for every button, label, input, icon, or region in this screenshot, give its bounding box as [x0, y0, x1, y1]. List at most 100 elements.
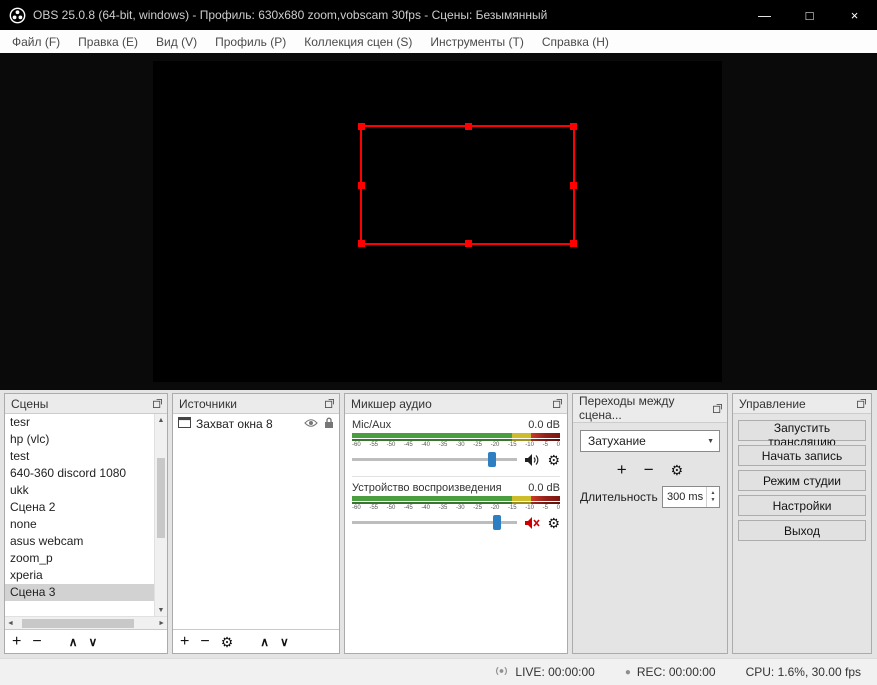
meter-scale: -60 -55 -50 -45 -40 -35 -30 -25 -20 -15 -10 -5 0: [352, 505, 560, 511]
menu-edit[interactable]: Правка (E): [69, 35, 147, 49]
selection-handle[interactable]: [358, 182, 365, 189]
start-streaming-button[interactable]: Запустить трансляцию: [738, 420, 866, 449]
volume-meter: [352, 496, 560, 501]
scene-list-item[interactable]: zoom_p: [5, 550, 154, 567]
menu-profile[interactable]: Профиль (P): [206, 35, 295, 49]
remove-scene-button[interactable]: −: [32, 633, 41, 650]
scene-list: tesr hp (vlc) test 640-360 discord 1080 …: [5, 414, 167, 616]
selection-handle[interactable]: [570, 240, 577, 247]
volume-slider-handle[interactable]: [492, 515, 501, 530]
float-dock-icon[interactable]: [553, 399, 562, 408]
spin-down-icon[interactable]: ▼: [711, 497, 716, 505]
maximize-button[interactable]: □: [787, 0, 832, 30]
scrollbar-track[interactable]: [16, 618, 156, 628]
source-properties-gear-icon[interactable]: ⚙: [221, 635, 234, 649]
scene-list-item[interactable]: 640-360 discord 1080: [5, 465, 154, 482]
scenes-vertical-scrollbar[interactable]: ▲ ▼: [154, 414, 167, 616]
menu-scene-collection[interactable]: Коллекция сцен (S): [295, 35, 421, 49]
scene-list-item[interactable]: asus webcam: [5, 533, 154, 550]
transition-select[interactable]: Затухание ▼: [580, 430, 720, 452]
float-dock-icon[interactable]: [857, 399, 866, 408]
sources-dock: Источники Захват окна 8 + − ⚙ ∧ ∨: [172, 393, 340, 654]
gear-icon[interactable]: ⚙: [547, 453, 560, 467]
meter-tick: -30: [455, 505, 465, 511]
float-dock-icon[interactable]: [325, 399, 334, 408]
source-label: Захват окна 8: [196, 417, 273, 431]
meter-tick: -50: [386, 442, 396, 448]
add-transition-button[interactable]: +: [617, 460, 627, 480]
scenes-horizontal-scrollbar[interactable]: ◄ ►: [5, 616, 167, 629]
settings-button[interactable]: Настройки: [738, 495, 866, 516]
add-source-button[interactable]: +: [180, 633, 189, 650]
selection-handle[interactable]: [570, 182, 577, 189]
selection-handle[interactable]: [464, 240, 472, 247]
selection-handle[interactable]: [358, 240, 365, 247]
menu-help[interactable]: Справка (H): [533, 35, 618, 49]
transition-settings-gear-icon[interactable]: ⚙: [671, 462, 684, 479]
selection-handle[interactable]: [464, 123, 472, 130]
start-recording-button[interactable]: Начать запись: [738, 445, 866, 466]
scene-list-item-selected[interactable]: Сцена 3: [5, 584, 154, 601]
speaker-icon[interactable]: [524, 453, 540, 467]
meter-tick: -15: [507, 505, 517, 511]
scene-move-down-button[interactable]: ∨: [88, 636, 97, 648]
preview-canvas[interactable]: [153, 61, 722, 382]
sources-dock-title: Источники: [179, 396, 237, 411]
menu-view[interactable]: Вид (V): [147, 35, 206, 49]
cpu-fps-status: CPU: 1.6%, 30.00 fps: [745, 665, 861, 679]
mixer-channel-name: Устройство воспроизведения: [352, 482, 502, 494]
exit-button[interactable]: Выход: [738, 520, 866, 541]
source-selection-rect[interactable]: [358, 123, 577, 247]
remove-transition-button[interactable]: −: [644, 460, 654, 480]
spin-up-icon[interactable]: ▲: [711, 490, 716, 498]
duration-spinbox[interactable]: 300 ms ▲ ▼: [662, 486, 720, 508]
studio-mode-button[interactable]: Режим студии: [738, 470, 866, 491]
source-list-item[interactable]: Захват окна 8: [173, 414, 339, 434]
speaker-muted-icon[interactable]: [524, 516, 541, 530]
visibility-eye-icon[interactable]: [304, 417, 318, 431]
gear-icon[interactable]: ⚙: [547, 516, 560, 530]
rec-timer: REC: 00:00:00: [636, 665, 716, 679]
scene-list-item[interactable]: Сцена 2: [5, 499, 154, 516]
volume-slider-handle[interactable]: [487, 452, 496, 467]
float-dock-icon[interactable]: [153, 399, 162, 408]
source-move-down-button[interactable]: ∨: [280, 636, 289, 648]
mixer-channel-db: 0.0 dB: [528, 419, 560, 431]
scrollbar-thumb[interactable]: [157, 458, 165, 539]
selection-handle[interactable]: [358, 123, 365, 130]
audio-mixer-dock: Микшер аудио Mic/Aux 0.0 dB -60 -55 -50 -45…: [344, 393, 568, 654]
menu-tools[interactable]: Инструменты (T): [421, 35, 532, 49]
scene-list-item[interactable]: ukk: [5, 482, 154, 499]
lock-icon[interactable]: [324, 417, 334, 432]
scene-list-item[interactable]: xperia: [5, 567, 154, 584]
obs-logo-icon[interactable]: [9, 7, 26, 24]
float-dock-icon[interactable]: [713, 403, 722, 413]
volume-meter-sub: [352, 502, 560, 504]
titlebar[interactable]: OBS 25.0.8 (64-bit, windows) - Профиль: …: [0, 0, 877, 30]
sources-toolbar: + − ⚙ ∧ ∨: [173, 629, 339, 653]
rec-dot-icon: ●: [624, 666, 631, 678]
scene-list-item[interactable]: test: [5, 448, 154, 465]
mixer-channel-name: Mic/Aux: [352, 419, 392, 431]
scrollbar-thumb[interactable]: [21, 618, 134, 628]
volume-slider[interactable]: [352, 514, 518, 531]
window-title: OBS 25.0.8 (64-bit, windows) - Профиль: …: [33, 8, 548, 22]
volume-slider[interactable]: [352, 451, 518, 468]
remove-source-button[interactable]: −: [200, 633, 209, 650]
menu-file[interactable]: Файл (F): [3, 35, 69, 49]
scroll-right-icon[interactable]: ►: [158, 620, 165, 627]
source-move-up-button[interactable]: ∧: [260, 636, 269, 648]
close-button[interactable]: ×: [832, 0, 877, 30]
add-scene-button[interactable]: +: [12, 633, 21, 650]
scrollbar-track[interactable]: [155, 426, 167, 604]
scroll-left-icon[interactable]: ◄: [7, 620, 14, 627]
scene-list-item[interactable]: hp (vlc): [5, 431, 154, 448]
scroll-up-icon[interactable]: ▲: [158, 414, 165, 426]
scene-list-item[interactable]: none: [5, 516, 154, 533]
scene-list-item[interactable]: tesr: [5, 414, 154, 431]
minimize-button[interactable]: —: [742, 0, 787, 30]
scroll-down-icon[interactable]: ▼: [158, 604, 165, 616]
selection-handle[interactable]: [570, 123, 577, 130]
scene-move-up-button[interactable]: ∧: [69, 636, 78, 648]
meter-tick: -60: [352, 442, 361, 448]
